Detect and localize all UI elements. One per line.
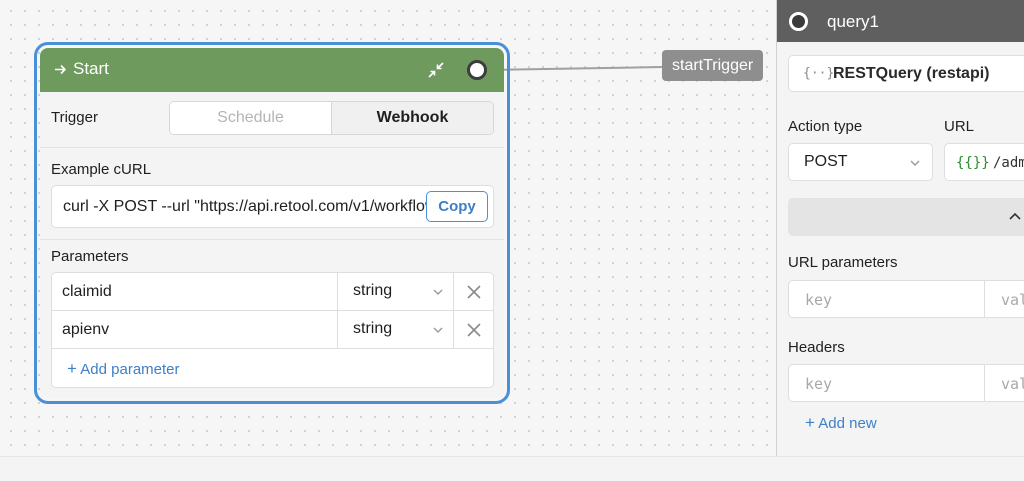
start-block[interactable]: Start Trigger Schedule Webhook Example c…: [40, 48, 504, 398]
trigger-segmented-control[interactable]: Schedule Webhook: [169, 101, 494, 135]
url-input[interactable]: {{}} /adm: [944, 143, 1024, 181]
braces-icon: {··}: [803, 66, 835, 81]
url-parameter-row: key val: [788, 280, 1024, 318]
start-block-title: Start: [54, 59, 109, 79]
action-type-value: POST: [804, 153, 848, 170]
close-icon[interactable]: [467, 285, 481, 299]
headers-label: Headers: [788, 339, 845, 356]
output-connector-handle[interactable]: [467, 60, 487, 80]
action-type-label: Action type: [788, 118, 863, 135]
parameter-type-select[interactable]: string: [337, 273, 454, 311]
curl-example-box: curl -X POST --url "https://api.retool.c…: [51, 185, 494, 228]
parameter-name-input[interactable]: apienv: [62, 321, 109, 339]
query-block-header[interactable]: query1: [777, 0, 1024, 42]
start-title-text: Start: [73, 59, 109, 78]
collapse-icon[interactable]: [427, 61, 445, 79]
url-parameters-label: URL parameters: [788, 254, 898, 271]
key-placeholder: key: [805, 291, 833, 309]
add-new-label: Add new: [818, 415, 877, 432]
parameters-table: claimid string apienv string + Add param…: [51, 272, 494, 388]
add-parameter-button[interactable]: + Add parameter: [67, 359, 180, 379]
chevron-down-icon: [433, 327, 443, 333]
header-key-input[interactable]: key: [789, 365, 985, 401]
copy-button[interactable]: Copy: [426, 191, 488, 222]
curl-example-text: curl -X POST --url "https://api.retool.c…: [63, 198, 445, 215]
url-template-braces: {{}}: [956, 155, 990, 171]
divider: [40, 147, 504, 148]
bottom-bar: [0, 456, 1024, 481]
resource-select[interactable]: {··} RESTQuery (restapi): [788, 55, 1024, 92]
collapsible-section-toggle[interactable]: [788, 198, 1024, 236]
input-connector-handle[interactable]: [789, 12, 808, 31]
chevron-up-icon: [1009, 212, 1021, 220]
add-new-button[interactable]: + Add new: [805, 413, 877, 433]
resource-label: RESTQuery (restapi): [833, 65, 990, 82]
parameter-row: apienv string: [52, 311, 493, 349]
action-type-select[interactable]: POST: [788, 143, 933, 181]
trigger-row: Trigger Schedule Webhook: [40, 100, 504, 140]
query-title: query1: [827, 12, 879, 31]
divider: [40, 239, 504, 240]
header-value-input[interactable]: val: [1001, 375, 1024, 393]
url-input-value: /adm: [993, 155, 1024, 171]
trigger-label: Trigger: [51, 109, 98, 126]
parameters-label: Parameters: [51, 248, 129, 265]
chevron-down-icon: [433, 289, 443, 295]
trigger-option-webhook[interactable]: Webhook: [331, 102, 493, 134]
url-parameter-key-input[interactable]: key: [789, 281, 985, 317]
arrow-right-icon: [55, 64, 67, 74]
parameter-type-value: string: [353, 320, 393, 337]
parameter-name-input[interactable]: claimid: [62, 283, 112, 301]
trigger-option-schedule[interactable]: Schedule: [170, 102, 331, 134]
example-curl-label: Example cURL: [51, 161, 152, 178]
parameter-type-value: string: [353, 282, 393, 299]
add-parameter-label: Add parameter: [80, 361, 180, 378]
url-parameter-value-input[interactable]: val: [1001, 291, 1024, 309]
parameter-row: claimid string: [52, 273, 493, 311]
header-row: key val: [788, 364, 1024, 402]
query-block[interactable]: query1 {··} RESTQuery (restapi) Action t…: [776, 0, 1024, 456]
url-label: URL: [944, 118, 975, 135]
connector-line: [486, 66, 663, 71]
plus-icon: +: [67, 359, 77, 378]
parameter-type-select[interactable]: string: [337, 311, 454, 349]
chevron-down-icon: [910, 160, 920, 166]
start-block-header[interactable]: Start: [40, 48, 504, 92]
close-icon[interactable]: [467, 323, 481, 337]
plus-icon: +: [805, 413, 815, 432]
start-trigger-label[interactable]: startTrigger: [662, 50, 764, 81]
key-placeholder: key: [805, 375, 833, 393]
